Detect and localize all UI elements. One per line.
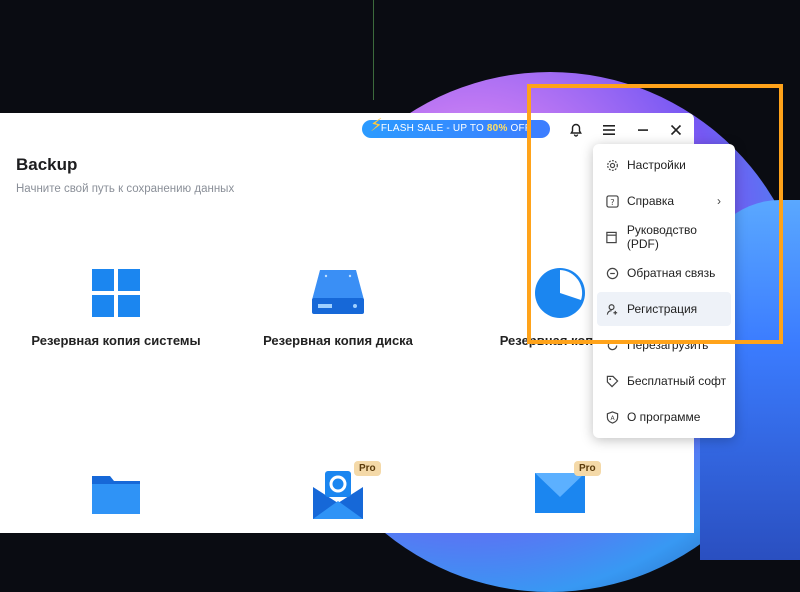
file-backup-tile[interactable] <box>11 463 221 533</box>
desktop-wallpaper-line <box>373 0 374 100</box>
tile-label: Резервная копия диска <box>263 333 413 348</box>
page-title: Backup <box>16 155 78 174</box>
pro-badge: Pro <box>574 461 601 476</box>
disk-icon <box>312 270 364 314</box>
tile-label: Резервная копия системы <box>31 333 201 348</box>
flash-sale-banner[interactable]: ⚡ FLASH SALE - UP TO 80% OFF <box>362 116 550 138</box>
system-backup-tile[interactable]: Резервная копия системы <box>11 263 221 348</box>
mail-icon <box>535 473 585 513</box>
about-icon: A <box>605 410 619 424</box>
tag-icon <box>605 374 619 388</box>
mail-backup-tile[interactable]: Pro <box>455 461 665 533</box>
page-subtitle: Начните свой путь к сохранению данных <box>16 183 235 195</box>
highlight-frame <box>527 84 783 344</box>
svg-text:A: A <box>610 415 615 422</box>
pro-badge: Pro <box>354 461 381 476</box>
lightning-icon: ⚡ <box>370 115 383 135</box>
disk-backup-tile[interactable]: Резервная копия диска <box>233 263 443 348</box>
menu-item-free-software[interactable]: Бесплатный софт <box>597 364 731 398</box>
windows-icon <box>92 269 140 317</box>
menu-item-about[interactable]: A О программе <box>597 400 731 434</box>
outlook-backup-tile[interactable]: Pro <box>233 461 443 533</box>
folder-icon <box>92 476 140 514</box>
